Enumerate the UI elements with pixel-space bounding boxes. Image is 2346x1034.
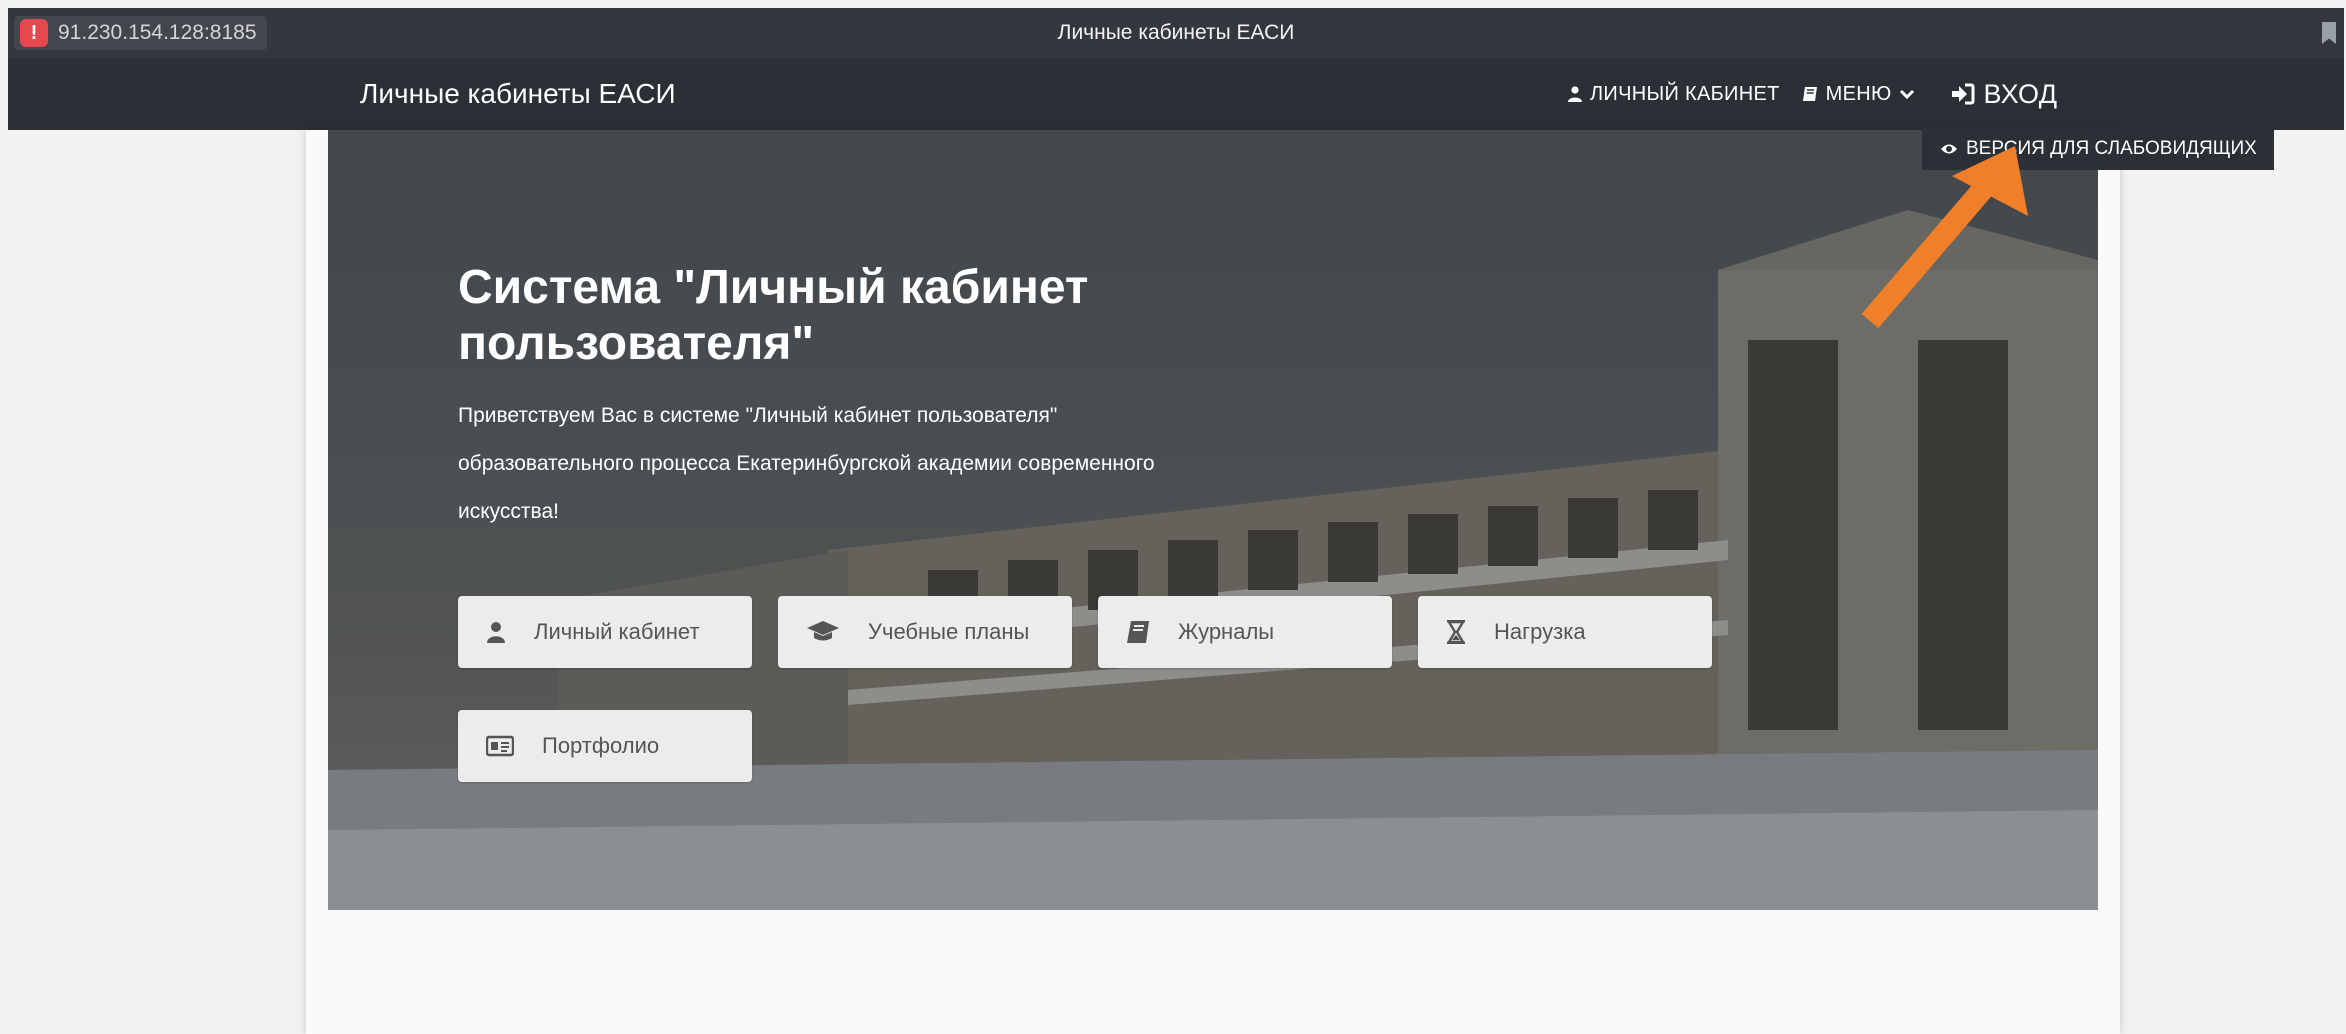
tile-study-plans[interactable]: Учебные планы bbox=[778, 596, 1072, 668]
tile-study-plans-label: Учебные планы bbox=[868, 619, 1030, 644]
tile-personal-cabinet[interactable]: Личный кабинет bbox=[458, 596, 752, 668]
hero-title: Система "Личный кабинет пользователя" bbox=[458, 261, 1089, 370]
tile-portfolio[interactable]: Портфолио bbox=[458, 710, 752, 782]
nav-menu-dropdown[interactable]: МЕНЮ bbox=[1802, 83, 1916, 106]
hourglass-icon bbox=[1446, 620, 1466, 644]
tile-personal-cabinet-label: Личный кабинет bbox=[534, 619, 700, 644]
hero-content: Система "Личный кабинет пользователя" Пр… bbox=[458, 260, 1238, 536]
sign-in-icon bbox=[1952, 83, 1975, 105]
brand-link[interactable]: Личные кабинеты ЕАСИ bbox=[360, 58, 676, 130]
tile-workload[interactable]: Нагрузка bbox=[1418, 596, 1712, 668]
window-title: Личные кабинеты ЕАСИ bbox=[1057, 21, 1295, 44]
nav-items: ЛИЧНЫЙ КАБИНЕТ МЕНЮ ВХОД bbox=[1568, 58, 2057, 130]
login-button[interactable]: ВХОД bbox=[1951, 79, 2057, 110]
tile-journals-label: Журналы bbox=[1178, 619, 1275, 644]
login-label: ВХОД bbox=[1983, 78, 2058, 109]
tile-workload-label: Нагрузка bbox=[1494, 619, 1586, 644]
hero-banner: Система "Личный кабинет пользователя" Пр… bbox=[328, 130, 2098, 910]
chevron-down-icon bbox=[1900, 89, 1915, 100]
annotation-arrow bbox=[1861, 146, 2028, 329]
site-navbar: Личные кабинеты ЕАСИ ЛИЧНЫЙ КАБИНЕТ МЕНЮ… bbox=[8, 58, 2344, 130]
graduation-cap-icon bbox=[807, 621, 839, 641]
tile-journals[interactable]: Журналы bbox=[1098, 596, 1392, 668]
id-card-icon bbox=[486, 735, 514, 757]
hero-text: Приветствуем Вас в системе "Личный кабин… bbox=[458, 404, 1155, 523]
user-icon bbox=[487, 622, 505, 643]
user-icon bbox=[1568, 86, 1582, 102]
book-icon bbox=[1802, 87, 1817, 101]
nav-personal-cabinet-label: ЛИЧНЫЙ КАБИНЕТ bbox=[1590, 82, 1780, 105]
nav-menu-label: МЕНЮ bbox=[1825, 82, 1892, 105]
book-icon bbox=[1127, 621, 1149, 643]
browser-title-bar: ! 91.230.154.128:8185 Личные кабинеты ЕА… bbox=[8, 8, 2344, 58]
tile-portfolio-label: Портфолио bbox=[542, 733, 660, 758]
nav-personal-cabinet[interactable]: ЛИЧНЫЙ КАБИНЕТ bbox=[1568, 83, 1780, 106]
